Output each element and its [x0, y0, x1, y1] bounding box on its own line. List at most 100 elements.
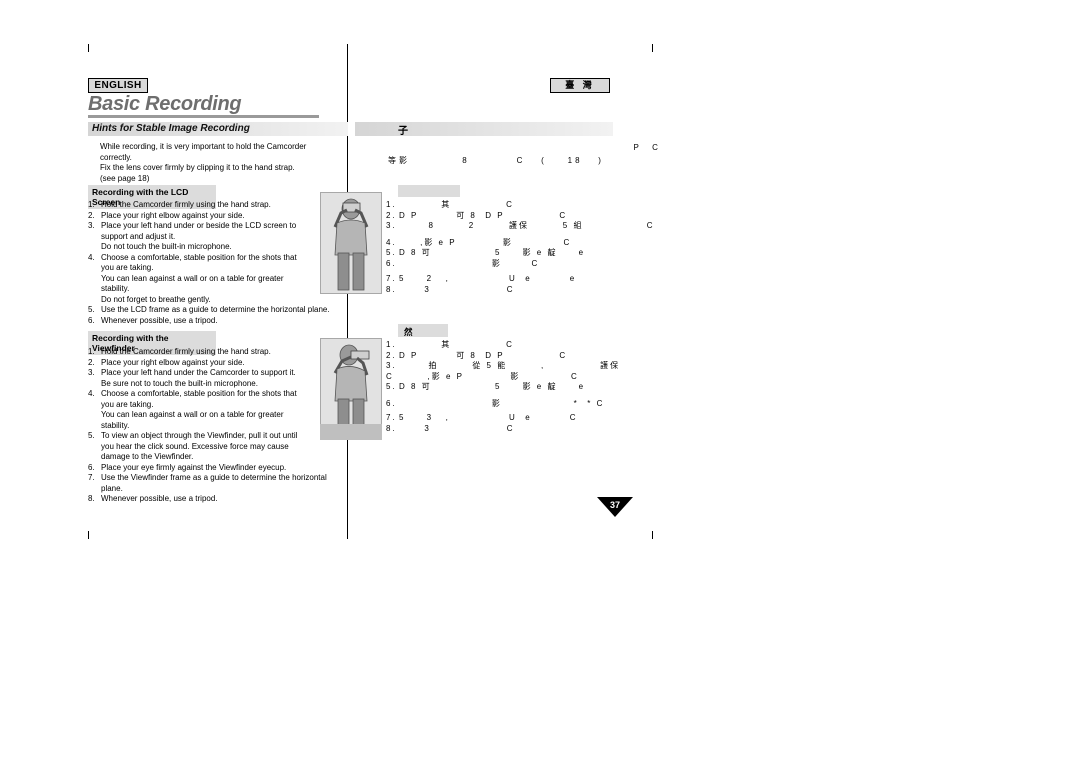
list-item-text: D 8 可 5 影 e 靛 e — [399, 382, 586, 391]
list-item: 2. D P 可 8 D P C — [386, 211, 616, 222]
crop-mark-top-left — [88, 44, 89, 52]
list-item-text: D 8 可 5 影 e 靛 e — [399, 248, 586, 257]
list-item-text: Hold the Camcorder firmly using the hand… — [101, 200, 271, 209]
list-item-text: ,影 e P 影 C — [399, 237, 572, 247]
list-item-number: 2. — [88, 210, 95, 220]
list-item-text: 8 2 護保 5 組 C — [399, 221, 655, 230]
list-item-text: Choose a comfortable, stable position fo… — [101, 389, 297, 430]
cn-intro-line-2: 等影 8 C ( 18 ) — [388, 156, 604, 165]
list-item: 1. 其 C — [386, 200, 616, 211]
list-item-text: To view an object through the Viewfinder… — [101, 431, 298, 461]
language-badge: ENGLISH — [88, 78, 148, 93]
person-holding-camcorder-lcd-icon — [333, 198, 369, 291]
list-item: 4. ,影 e P 影 C — [386, 238, 616, 249]
list-item-number: 5. — [88, 305, 95, 314]
list-item: 8. Whenever possible, use a tripod. — [88, 494, 338, 505]
list-item-number: 2. — [386, 210, 397, 220]
list-item: 7. 5 2 , U e e — [386, 274, 616, 285]
list-item-number: 2. — [386, 350, 397, 360]
list-item-text: Use the LCD frame as a guide to determin… — [101, 305, 330, 314]
list-item: 5. D 8 可 5 影 e 靛 e — [386, 382, 616, 393]
list-item: C ,影 e P 影 C — [386, 372, 616, 383]
list-item-number: 3. — [386, 221, 397, 230]
viewfinder-instruction-list: 1. Hold the Camcorder firmly using the h… — [88, 347, 338, 505]
list-item: 6. Whenever possible, use a tripod. — [88, 316, 338, 327]
list-item-number: 1. — [386, 340, 397, 349]
list-item-text: Place your eye firmly against the Viewfi… — [101, 462, 287, 472]
list-item-number: 5. — [386, 248, 397, 257]
list-item: 2. D P 可 8 D P C — [386, 351, 616, 362]
list-item-number: 6. — [88, 462, 95, 472]
list-item-text: 影 C — [399, 258, 540, 268]
list-item-number: 4. — [88, 389, 95, 398]
list-item-text: 5 3 , U e C — [399, 413, 578, 422]
list-item-text: Place your left hand under the Camcorder… — [101, 368, 296, 388]
lcd-instruction-list: 1. Hold the Camcorder firmly using the h… — [88, 200, 338, 326]
cn-intro-line-1: P C — [388, 143, 661, 152]
list-item-number: 1. — [88, 347, 95, 356]
list-item-text: 其 C — [399, 340, 514, 349]
document-page: ENGLISH Basic Recording Hints for Stable… — [0, 0, 1080, 764]
crop-mark-top-right — [652, 44, 653, 52]
list-item-number: 8. — [88, 494, 95, 503]
list-item-number: 7. — [88, 473, 95, 482]
figure-lcd-recording — [320, 192, 382, 294]
list-item-text: Whenever possible, use a tripod. — [101, 494, 218, 503]
list-item-number: 5. — [386, 382, 397, 391]
list-item-text: Choose a comfortable, stable position fo… — [101, 252, 297, 304]
crop-mark-bottom-right — [652, 531, 653, 539]
list-item-number: 4. — [88, 252, 95, 262]
list-item: 2. Place your right elbow against your s… — [88, 358, 338, 369]
list-item-number: 3. — [88, 368, 95, 377]
list-item: 6. 影 C — [386, 259, 616, 270]
list-item-number: 8. — [386, 284, 397, 294]
list-item-text: 5 2 , U e e — [399, 274, 577, 283]
list-item-number: 3. — [386, 361, 397, 370]
list-item: 6. 影 * * C — [386, 399, 616, 410]
list-item-number: 1. — [88, 200, 95, 209]
list-item: 7. Use the Viewfinder frame as a guide t… — [88, 473, 338, 494]
cn-viewfinder-list: 1. 其 C 2. D P 可 8 D P C 3. 拍 從 5 能 , 護保 … — [386, 340, 618, 435]
list-item-number: 1. — [386, 200, 397, 209]
list-item-text: Hold the Camcorder firmly using the hand… — [101, 347, 271, 356]
cn-section-bar — [355, 122, 613, 136]
list-item-number: 4. — [386, 237, 397, 247]
list-item-text: 拍 從 5 能 , 護保 — [399, 361, 621, 370]
list-item: 6. Place your eye firmly against the Vie… — [88, 463, 338, 474]
crop-mark-bottom-left — [88, 531, 89, 539]
list-item-number: 5. — [88, 431, 95, 440]
page-number: 37 — [609, 500, 620, 510]
list-item: 1. Hold the Camcorder firmly using the h… — [88, 200, 338, 211]
list-item-number: 6. — [386, 398, 397, 408]
cn-lcd-heading — [398, 185, 460, 197]
list-item-number: 2. — [88, 357, 95, 367]
list-item-number: 6. — [88, 315, 95, 325]
list-item-text: 其 C — [399, 200, 514, 209]
cn-viewfinder-heading: 然 — [398, 324, 448, 337]
list-item: 4. Choose a comfortable, stable position… — [88, 389, 338, 431]
cn-lcd-list: 1. 其 C 2. D P 可 8 D P C 3. 8 2 護保 5 組 C … — [386, 200, 653, 296]
list-item-text: Place your right elbow against your side… — [101, 210, 245, 220]
list-item-text: 3 C — [399, 284, 515, 294]
list-item: 8. 3 C — [386, 285, 616, 296]
list-item: 3. Place your left hand under the Camcor… — [88, 368, 338, 389]
list-item: 1. Hold the Camcorder firmly using the h… — [88, 347, 338, 358]
cn-section-title: 子 — [398, 126, 408, 137]
list-item-number: 8. — [386, 423, 397, 433]
list-item-text: 3 C — [399, 423, 515, 433]
list-item-text: 影 * * C — [399, 398, 605, 408]
list-item-text: C ,影 e P 影 C — [386, 371, 579, 381]
list-item: 1. 其 C — [386, 340, 616, 351]
list-item-number: 3. — [88, 221, 95, 230]
list-item: 5. D 8 可 5 影 e 靛 e — [386, 248, 616, 259]
page-title: Basic Recording — [88, 93, 242, 115]
list-item-number: 6. — [386, 258, 397, 268]
list-item: 3. 8 2 護保 5 組 C — [386, 221, 653, 232]
list-item-text: D P 可 8 D P C — [399, 350, 568, 360]
list-item-text: Whenever possible, use a tripod. — [101, 315, 218, 325]
figure-shadow — [320, 424, 382, 440]
list-item: 3. 拍 從 5 能 , 護保 — [386, 361, 618, 372]
list-item: 8. 3 C — [386, 424, 616, 435]
list-item-number: 7. — [386, 413, 397, 422]
list-item: 2. Place your right elbow against your s… — [88, 211, 338, 222]
